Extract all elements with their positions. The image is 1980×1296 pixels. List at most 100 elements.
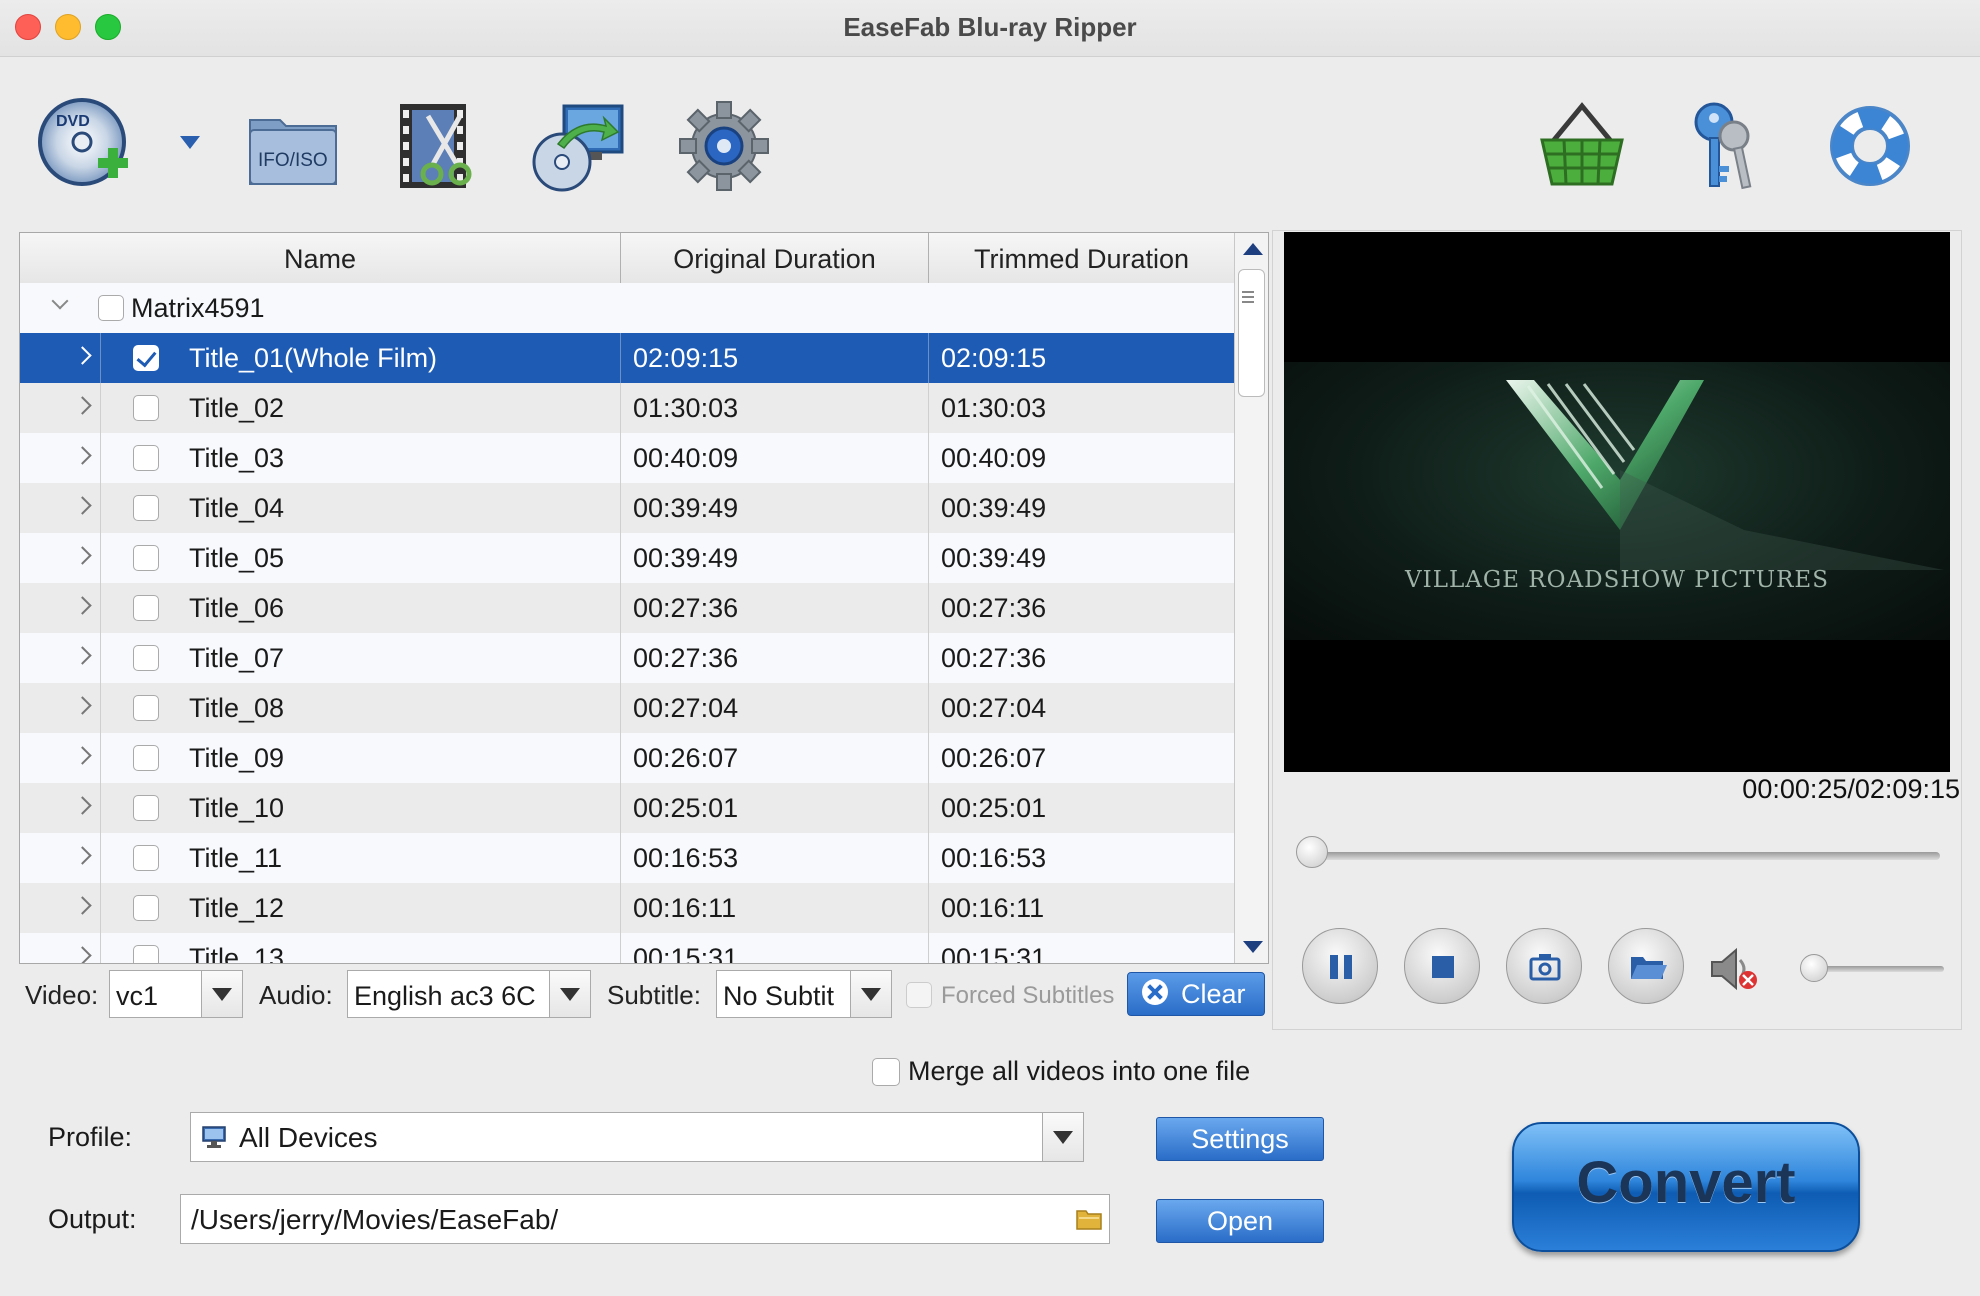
disc-group-name: Matrix4591 [131, 293, 265, 323]
table-row[interactable]: Title_01(Whole Film) 02:09:15 02:09:15 [20, 333, 1234, 383]
video-frame: VILLAGE ROADSHOW PICTURES [1284, 362, 1950, 640]
title-name: Title_03 [189, 443, 285, 473]
mute-speaker-icon[interactable] [1708, 944, 1764, 994]
table-row[interactable]: Title_08 00:27:04 00:27:04 [20, 683, 1234, 733]
title-checkbox[interactable] [133, 445, 159, 471]
column-header-trimmed-duration[interactable]: Trimmed Duration [929, 233, 1234, 283]
table-row[interactable]: Title_04 00:39:49 00:39:49 [20, 483, 1234, 533]
snapshot-button[interactable] [1506, 928, 1582, 1004]
profile-label: Profile: [48, 1122, 133, 1152]
convert-button-label: Convert [1576, 1150, 1796, 1215]
original-duration: 00:26:07 [633, 743, 739, 773]
stop-button[interactable] [1404, 928, 1480, 1004]
profile-dropdown-arrow-icon[interactable] [1042, 1113, 1083, 1161]
load-disc-dropdown-arrow[interactable] [180, 136, 200, 149]
title-checkbox[interactable] [133, 845, 159, 871]
window-title: EaseFab Blu-ray Ripper [843, 12, 1137, 42]
browse-folder-icon[interactable] [1075, 1207, 1103, 1231]
load-ifo-iso-button[interactable]: IFO/ISO [244, 96, 344, 196]
seek-slider-knob[interactable] [1296, 836, 1328, 868]
trimmed-duration: 00:27:04 [941, 693, 1047, 723]
title-checkbox[interactable] [133, 545, 159, 571]
table-row[interactable]: Title_05 00:39:49 00:39:49 [20, 533, 1234, 583]
column-header-original-duration[interactable]: Original Duration [621, 233, 929, 283]
disc-group-row[interactable]: Matrix4591 [20, 283, 1234, 333]
title-checkbox[interactable] [133, 945, 159, 963]
table-row[interactable]: Title_07 00:27:36 00:27:36 [20, 633, 1234, 683]
table-body: Matrix4591 Title_01(Whole Film) 02:09:15 0… [20, 283, 1234, 963]
table-scrollbar[interactable] [1234, 233, 1268, 963]
title-checkbox[interactable] [133, 595, 159, 621]
table-row[interactable]: Title_12 00:16:11 00:16:11 [20, 883, 1234, 933]
table-row[interactable]: Title_03 00:40:09 00:40:09 [20, 433, 1234, 483]
subtitle-value: No Subtit [723, 981, 835, 1011]
merge-videos-checkbox[interactable] [872, 1058, 900, 1086]
table-row[interactable]: Title_06 00:27:36 00:27:36 [20, 583, 1234, 633]
table-header: Name Original Duration Trimmed Duration [20, 233, 1234, 284]
table-row[interactable]: Title_13 00:15:31 00:15:31 [20, 933, 1234, 963]
scroll-up-arrow-icon[interactable] [1243, 243, 1263, 255]
title-checkbox[interactable] [133, 795, 159, 821]
title-checkbox[interactable] [133, 695, 159, 721]
help-button[interactable] [1820, 96, 1920, 196]
trimmed-duration: 00:27:36 [941, 643, 1047, 673]
register-button[interactable] [1676, 96, 1776, 196]
table-row[interactable]: Title_10 00:25:01 00:25:01 [20, 783, 1234, 833]
load-disc-button[interactable]: DVD [36, 96, 136, 196]
subtitle-dropdown-arrow-icon[interactable] [850, 971, 891, 1017]
title-checkbox[interactable] [133, 345, 159, 371]
buy-button[interactable] [1532, 96, 1632, 196]
original-duration: 00:27:36 [633, 593, 739, 623]
svg-text:IFO/ISO: IFO/ISO [258, 150, 328, 171]
video-track-select[interactable]: vc1 [109, 970, 243, 1018]
video-track-label: Video: [25, 980, 99, 1010]
audio-track-value: English ac3 6C [354, 981, 536, 1011]
audio-dropdown-arrow-icon[interactable] [549, 971, 590, 1017]
clear-button[interactable]: Clear [1127, 972, 1265, 1016]
trimmed-duration: 00:15:31 [941, 943, 1047, 963]
lifebuoy-icon [1830, 106, 1910, 186]
subtitle-select[interactable]: No Subtit [716, 970, 892, 1018]
volume-slider-knob[interactable] [1800, 954, 1828, 982]
forced-subtitles-checkbox[interactable] [906, 982, 932, 1008]
original-duration: 00:27:04 [633, 693, 739, 723]
video-dropdown-arrow-icon[interactable] [201, 971, 242, 1017]
profile-value: All Devices [239, 1122, 378, 1153]
seek-slider-track[interactable] [1300, 852, 1940, 860]
title-name: Title_07 [189, 643, 285, 673]
output-path-field[interactable]: /Users/jerry/Movies/EaseFab/ [180, 1194, 1110, 1244]
video-track-value: vc1 [116, 981, 159, 1011]
title-name: Title_11 [189, 843, 283, 873]
ifo-iso-folder-icon: IFO/ISO [249, 119, 337, 185]
original-duration: 00:15:31 [633, 943, 739, 963]
film-scissors-icon [400, 104, 472, 188]
scroll-thumb[interactable] [1238, 269, 1265, 397]
open-snapshot-folder-button[interactable] [1608, 928, 1684, 1004]
column-header-name[interactable]: Name [20, 233, 621, 283]
title-checkbox[interactable] [133, 645, 159, 671]
trimmed-duration: 00:26:07 [941, 743, 1047, 773]
disc-group-checkbox[interactable] [98, 295, 124, 321]
table-row[interactable]: Title_09 00:26:07 00:26:07 [20, 733, 1234, 783]
title-checkbox[interactable] [133, 895, 159, 921]
open-output-button[interactable]: Open [1156, 1199, 1324, 1243]
convert-button[interactable]: Convert [1512, 1122, 1860, 1252]
profile-select[interactable]: All Devices [190, 1112, 1084, 1162]
collapse-chevron-icon[interactable] [51, 292, 69, 310]
settings-button[interactable]: Settings [1156, 1117, 1324, 1161]
scroll-down-arrow-icon[interactable] [1243, 941, 1263, 953]
preferences-button[interactable] [674, 96, 774, 196]
pause-button[interactable] [1302, 928, 1378, 1004]
convert-to-disc-button[interactable] [528, 96, 628, 196]
clear-x-icon [1142, 979, 1168, 1005]
table-row[interactable]: Title_11 00:16:53 00:16:53 [20, 833, 1234, 883]
title-checkbox[interactable] [133, 745, 159, 771]
audio-track-select[interactable]: English ac3 6C [347, 970, 591, 1018]
title-checkbox[interactable] [133, 395, 159, 421]
title-name: Title_04 [189, 493, 285, 523]
edit-video-button[interactable] [388, 96, 488, 196]
title-name: Title_08 [189, 693, 285, 723]
title-checkbox[interactable] [133, 495, 159, 521]
table-row[interactable]: Title_02 01:30:03 01:30:03 [20, 383, 1234, 433]
dvd-disc-add-icon: DVD [38, 98, 128, 186]
